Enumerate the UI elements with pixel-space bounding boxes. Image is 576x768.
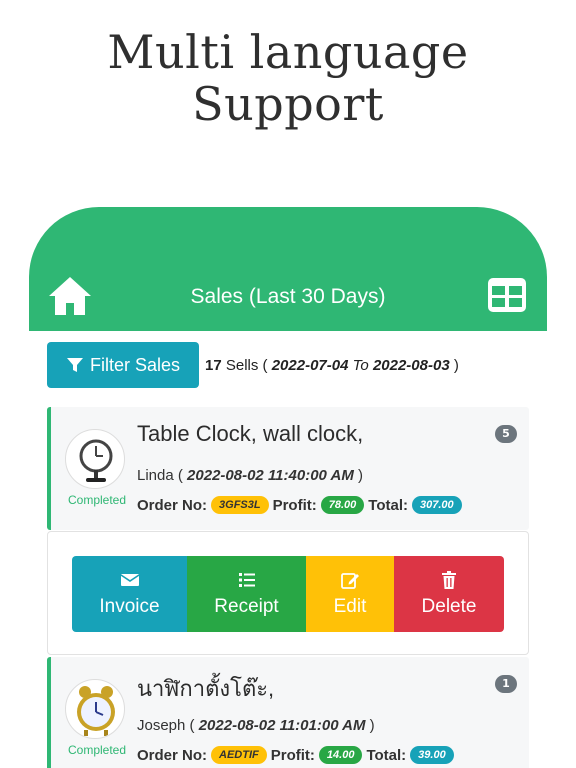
sale-title: นาฬิกาตั้งโต๊ะ, [137,676,275,701]
edit-button[interactable]: Edit [306,556,394,632]
app-header: Sales (Last 30 Days) [29,207,547,331]
order-number-badge: 3GFS3L [211,496,269,514]
to-word: To [352,357,369,374]
quantity-badge: 5 [495,425,517,443]
edit-label: Edit [333,596,367,617]
page-title: Sales (Last 30 Days) [190,285,386,308]
total-label: Total: [368,496,409,514]
open-paren: ( [262,357,268,374]
trash-icon [442,571,456,589]
status-label: Completed [67,493,127,507]
product-image [65,429,125,489]
to-date: 2022-08-03 [372,357,450,374]
sale-title: Table Clock, wall clock, [137,421,364,446]
open-paren: ( [189,717,195,734]
table-grid-icon[interactable] [487,277,527,313]
promo-headline: Multi language Support [0,26,576,130]
order-number-badge: AEDTIF [211,746,267,764]
quantity-badge: 1 [495,675,517,693]
close-paren: ) [369,717,375,734]
sale-actions-panel: Invoice Receipt Edit Delete [47,531,529,655]
promo-line-2: Support [192,77,384,131]
order-label: Order No: [137,746,208,764]
filter-icon [66,358,83,372]
sale-datetime: 2022-08-02 11:01:00 AM [198,717,366,734]
sale-card[interactable]: Completed นาฬิกาตั้งโต๊ะ, 1 Joseph ( 202… [47,657,529,768]
alarm-clock-icon [77,686,115,736]
customer-line: Linda ( 2022-08-02 11:40:00 AM ) [137,467,363,484]
delete-label: Delete [421,596,477,617]
filter-summary: 17 Sells ( 2022-07-04 To 2022-08-03 ) [205,357,459,374]
from-date: 2022-07-04 [271,357,349,374]
total-label: Total: [366,746,407,764]
app-screen: Sales (Last 30 Days) Filter Sales 17 Sel… [29,207,547,768]
sells-word: Sells [225,357,259,374]
invoice-button[interactable]: Invoice [72,556,187,632]
sale-card[interactable]: Completed Table Clock, wall clock, 5 Lin… [47,407,529,530]
order-label: Order No: [137,496,208,514]
edit-icon [341,573,359,589]
profit-label: Profit: [272,496,317,514]
customer-name: Linda [137,467,174,484]
filter-sales-button[interactable]: Filter Sales [47,342,199,388]
profit-label: Profit: [270,746,315,764]
order-line: Order No: AEDTIF Profit: 14.00 Total: 39… [137,746,454,764]
filter-button-label: Filter Sales [89,354,181,375]
table-clock-icon [79,439,113,482]
invoice-label: Invoice [99,596,160,617]
close-paren: ) [357,467,363,484]
envelope-icon [120,574,139,586]
receipt-label: Receipt [214,596,279,617]
list-icon [238,573,255,587]
close-paren: ) [453,357,459,374]
customer-line: Joseph ( 2022-08-02 11:01:00 AM ) [137,717,375,734]
action-button-group: Invoice Receipt Edit Delete [72,556,504,632]
sale-datetime: 2022-08-02 11:40:00 AM [187,467,354,484]
sale-count: 17 [205,357,222,374]
open-paren: ( [177,467,183,484]
profit-badge: 78.00 [320,496,365,514]
receipt-button[interactable]: Receipt [187,556,306,632]
total-badge: 307.00 [412,496,462,514]
customer-name: Joseph [137,717,186,734]
status-label: Completed [67,743,127,757]
promo-line-1: Multi language [107,25,469,79]
order-line: Order No: 3GFS3L Profit: 78.00 Total: 30… [137,496,462,514]
total-badge: 39.00 [410,746,454,764]
product-image [65,679,125,739]
profit-badge: 14.00 [318,746,363,764]
delete-button[interactable]: Delete [394,556,504,632]
